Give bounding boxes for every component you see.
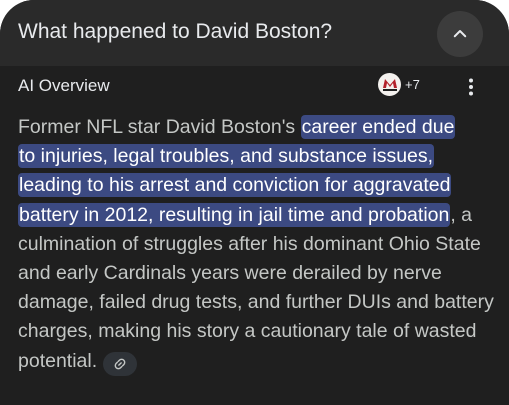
chevron-up-icon	[453, 30, 467, 38]
answer-highlight-4: battery in 2012, resulting in jail time …	[18, 202, 451, 227]
more-vert-icon	[469, 78, 473, 96]
query-bar: What happened to David Boston?	[0, 0, 509, 66]
source-avatar	[376, 70, 403, 98]
source-link-button[interactable]	[103, 351, 138, 376]
overview-answer: Former NFL star David Boston's career en…	[18, 113, 494, 376]
collapse-button[interactable]	[437, 11, 483, 57]
answer-highlight-2: to injuries, legal troubles, and substan…	[18, 144, 435, 169]
search-query: What happened to David Boston?	[18, 20, 333, 43]
answer-highlight-3: leading to his arrest and conviction for…	[18, 173, 452, 198]
source-count: +7	[405, 76, 420, 92]
overview-title: AI Overview	[18, 76, 110, 95]
link-icon	[114, 358, 126, 369]
answer-lead: Former NFL star David Boston's	[18, 116, 301, 138]
ai-overview-card: What happened to David Boston? AI Overvi…	[0, 0, 509, 405]
answer-highlight-1: career ended due	[300, 115, 456, 139]
answer-tail: , a culmination of struggles after his d…	[18, 203, 494, 372]
more-options-button[interactable]	[458, 72, 484, 102]
source-logo-icon	[379, 74, 400, 94]
sources-button[interactable]: +7	[376, 70, 420, 98]
overview-header: AI Overview +7	[0, 66, 509, 112]
